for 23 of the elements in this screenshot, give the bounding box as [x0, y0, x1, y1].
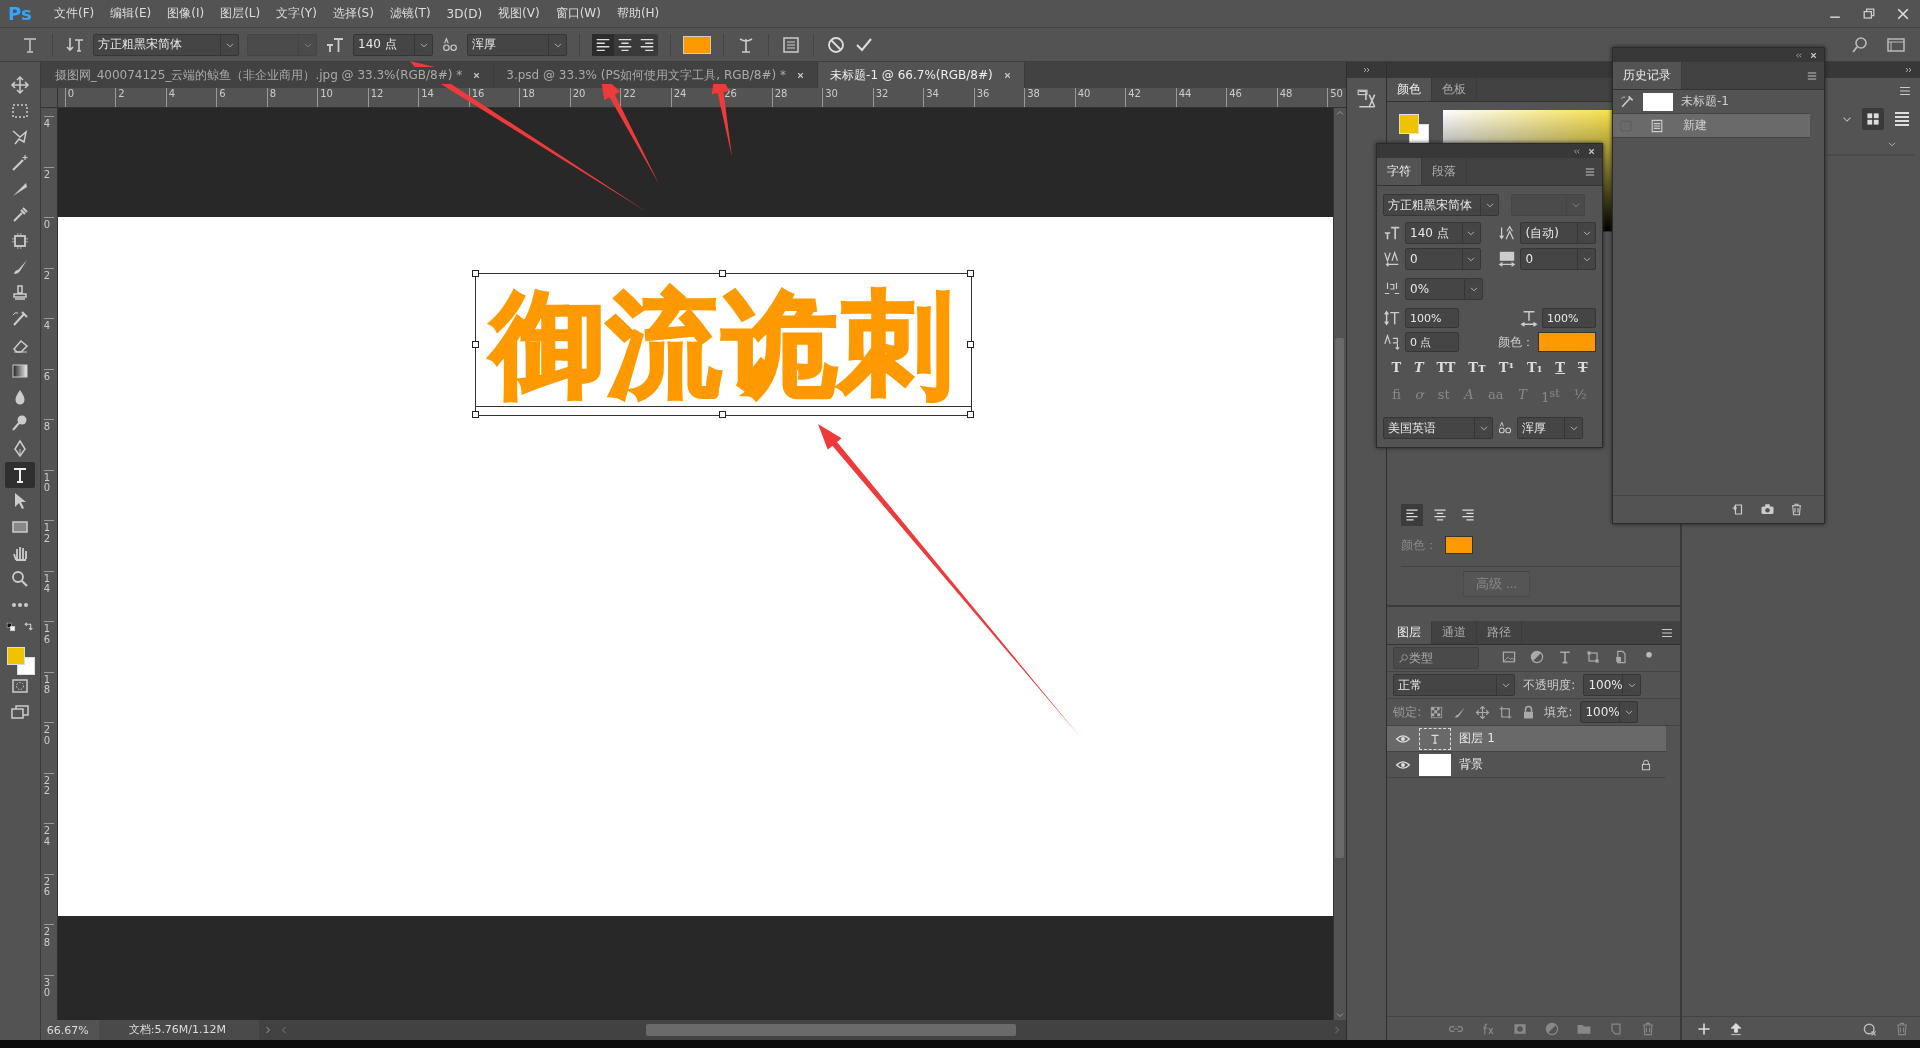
ruler-number: 20 — [43, 722, 54, 773]
opacity-label: 不透明度: — [1523, 676, 1576, 694]
ruler-number: 24 — [43, 823, 54, 874]
ruler-number: 26 — [43, 873, 54, 925]
lock-label: 锁定: — [1393, 703, 1422, 721]
ruler-number: 18 — [43, 671, 54, 723]
ruler-number: 16 — [43, 621, 54, 672]
app-logo: Ps — [7, 3, 33, 25]
fill-label: 填充: — [1544, 703, 1573, 721]
ruler-number: 8 — [43, 419, 54, 470]
ruler-number: 2 — [43, 166, 54, 218]
ruler-number: 4 — [43, 116, 54, 167]
ruler-number: 10 — [43, 469, 54, 521]
document-size: 文档:5.76M/1.12M — [98, 1020, 259, 1041]
ruler-number: 12 — [43, 520, 54, 571]
ruler-number: 0 — [43, 217, 54, 268]
ruler-number: 22 — [43, 772, 54, 824]
ruler-number: 14 — [43, 570, 54, 622]
ruler-number: 28 — [43, 924, 54, 975]
ruler-number: 6 — [43, 368, 54, 420]
ruler-number: 4 — [43, 318, 54, 369]
ruler-number: 2 — [43, 267, 54, 319]
color-label: 颜色： — [1498, 333, 1534, 351]
